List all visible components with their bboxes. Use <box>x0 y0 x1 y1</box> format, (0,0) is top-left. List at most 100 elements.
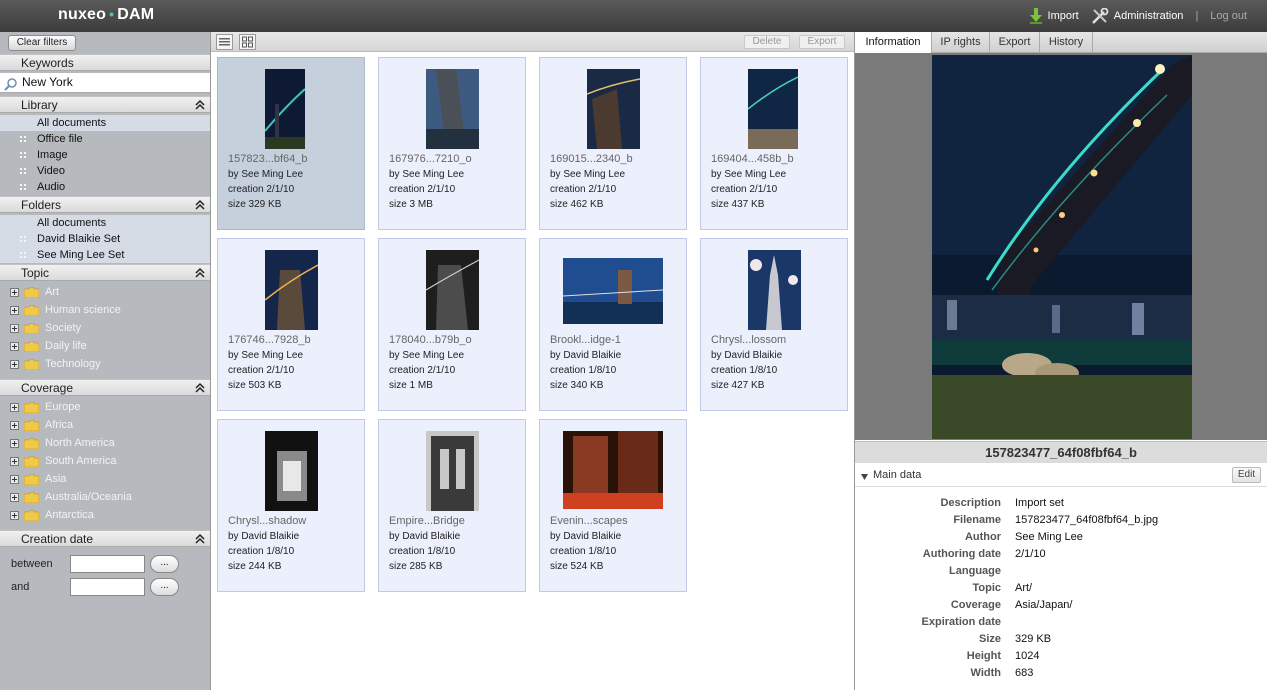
coverage-item-north-america[interactable]: North America <box>0 434 210 452</box>
topic-item-daily-life[interactable]: Daily life <box>0 337 210 355</box>
export-button[interactable]: Export <box>799 35 845 49</box>
topic-item-human-science[interactable]: Human science <box>0 301 210 319</box>
asset-size: size 437 KB <box>711 199 765 210</box>
grid-view-button[interactable] <box>239 34 256 50</box>
tab-export[interactable]: Export <box>990 32 1040 53</box>
expand-icon[interactable] <box>10 324 19 333</box>
list-view-button[interactable] <box>216 34 233 50</box>
expand-icon[interactable] <box>10 457 19 466</box>
topic-item-label: Society <box>45 322 82 334</box>
collapse-icon[interactable] <box>195 267 205 279</box>
asset-author: by See Ming Lee <box>228 350 304 361</box>
expand-icon[interactable] <box>10 403 19 412</box>
tab-ip-rights[interactable]: IP rights <box>932 32 990 53</box>
asset-creation: creation 1/8/10 <box>711 365 778 376</box>
field-label: Expiration date <box>921 616 1001 628</box>
expand-icon[interactable] <box>10 421 19 430</box>
administration-link[interactable]: Administration <box>1091 8 1183 24</box>
asset-creation: creation 2/1/10 <box>228 365 295 376</box>
asset-card[interactable]: 157823...bf64_b by See Ming Lee creation… <box>217 57 365 230</box>
topic-header[interactable]: Topic <box>0 264 210 281</box>
tab-information[interactable]: Information <box>855 32 932 53</box>
edit-button[interactable]: Edit <box>1232 467 1261 483</box>
asset-card[interactable]: 176746...7928_b by See Ming Lee creation… <box>217 238 365 411</box>
expand-icon[interactable] <box>10 511 19 520</box>
folder-item-david-blaikie-set[interactable]: David Blaikie Set <box>0 231 210 247</box>
coverage-item-australia-oceania[interactable]: Australia/Oceania <box>0 488 210 506</box>
asset-card[interactable]: Brookl...idge-1 by David Blaikie creatio… <box>539 238 687 411</box>
main-data-header[interactable]: Main data Edit <box>855 465 1267 487</box>
field-label: Language <box>949 565 1001 577</box>
topic-item-technology[interactable]: Technology <box>0 355 210 373</box>
asset-card[interactable]: Evenin...scapes by David Blaikie creatio… <box>539 419 687 592</box>
coverage-item-europe[interactable]: Europe <box>0 398 210 416</box>
expand-icon[interactable] <box>10 306 19 315</box>
tab-history[interactable]: History <box>1040 32 1093 53</box>
expand-icon[interactable] <box>10 493 19 502</box>
coverage-item-africa[interactable]: Africa <box>0 416 210 434</box>
coverage-item-label: Australia/Oceania <box>45 491 132 503</box>
asset-creation: creation 2/1/10 <box>228 184 295 195</box>
coverage-item-asia[interactable]: Asia <box>0 470 210 488</box>
expand-icon[interactable] <box>10 360 19 369</box>
asset-card[interactable]: 167976...7210_o by See Ming Lee creation… <box>378 57 526 230</box>
delete-button[interactable]: Delete <box>744 35 790 49</box>
coverage-item-south-america[interactable]: South America <box>0 452 210 470</box>
asset-card[interactable]: 169404...458b_b by See Ming Lee creation… <box>700 57 848 230</box>
library-item-image[interactable]: Image <box>0 147 210 163</box>
field-value: See Ming Lee <box>1015 531 1083 543</box>
date-to-input[interactable] <box>70 578 145 596</box>
asset-title: Evenin...scapes <box>550 515 628 527</box>
asset-card[interactable]: Empire...Bridge by David Blaikie creatio… <box>378 419 526 592</box>
folder-item-see-ming-lee-set[interactable]: See Ming Lee Set <box>0 247 210 263</box>
topic-item-art[interactable]: Art <box>0 283 210 301</box>
topic-item-society[interactable]: Society <box>0 319 210 337</box>
collapse-icon[interactable] <box>195 382 205 394</box>
collapse-icon[interactable] <box>195 533 205 545</box>
field-label: Height <box>966 650 1001 662</box>
creation-date-header[interactable]: Creation date <box>0 530 210 547</box>
asset-card[interactable]: Chrysl...shadow by David Blaikie creatio… <box>217 419 365 592</box>
library-item-video[interactable]: Video <box>0 163 210 179</box>
date-from-picker-button[interactable]: ... <box>150 555 179 573</box>
field-label: Description <box>940 497 1001 509</box>
expand-icon[interactable] <box>10 342 19 351</box>
coverage-item-label: South America <box>45 455 117 467</box>
keywords-input[interactable]: New York <box>0 73 210 93</box>
grid-view-icon <box>242 36 253 48</box>
preview-image[interactable] <box>932 55 1192 439</box>
import-link[interactable]: Import <box>1029 8 1079 24</box>
coverage-item-antarctica[interactable]: Antarctica <box>0 506 210 524</box>
field-label: Width <box>970 667 1001 679</box>
clear-filters-button[interactable]: Clear filters <box>8 35 76 51</box>
grip-icon <box>20 236 26 242</box>
asset-card[interactable]: Chrysl...lossom by David Blaikie creatio… <box>700 238 848 411</box>
library-item-office-file[interactable]: Office file <box>0 131 210 147</box>
logout-link[interactable]: Log out <box>1210 10 1247 22</box>
folder-item-all-documents[interactable]: All documents <box>0 215 210 231</box>
asset-title: 157823...bf64_b <box>228 153 308 165</box>
grid-toolbar: Delete Export <box>211 32 854 52</box>
collapse-icon[interactable] <box>195 99 205 111</box>
nuxeo-dam-logo[interactable]: nuxeo • DAM <box>58 6 154 24</box>
field-label: Author <box>964 531 1001 543</box>
date-to-picker-button[interactable]: ... <box>150 578 179 596</box>
library-header[interactable]: Library <box>0 96 210 113</box>
asset-size: size 285 KB <box>389 561 443 572</box>
preview-area <box>855 53 1267 440</box>
library-item-label: Office file <box>37 133 83 145</box>
expand-icon[interactable] <box>10 288 19 297</box>
asset-size: size 329 KB <box>228 199 282 210</box>
library-item-all-documents[interactable]: All documents <box>0 115 210 131</box>
folders-header[interactable]: Folders <box>0 196 210 213</box>
asset-creation: creation 2/1/10 <box>389 365 456 376</box>
collapse-icon[interactable] <box>195 199 205 211</box>
asset-thumbnail <box>265 431 318 511</box>
expand-icon[interactable] <box>10 475 19 484</box>
coverage-header[interactable]: Coverage <box>0 379 210 396</box>
library-item-audio[interactable]: Audio <box>0 179 210 195</box>
date-from-input[interactable] <box>70 555 145 573</box>
asset-card[interactable]: 169015...2340_b by See Ming Lee creation… <box>539 57 687 230</box>
asset-card[interactable]: 178040...b79b_o by See Ming Lee creation… <box>378 238 526 411</box>
expand-icon[interactable] <box>10 439 19 448</box>
